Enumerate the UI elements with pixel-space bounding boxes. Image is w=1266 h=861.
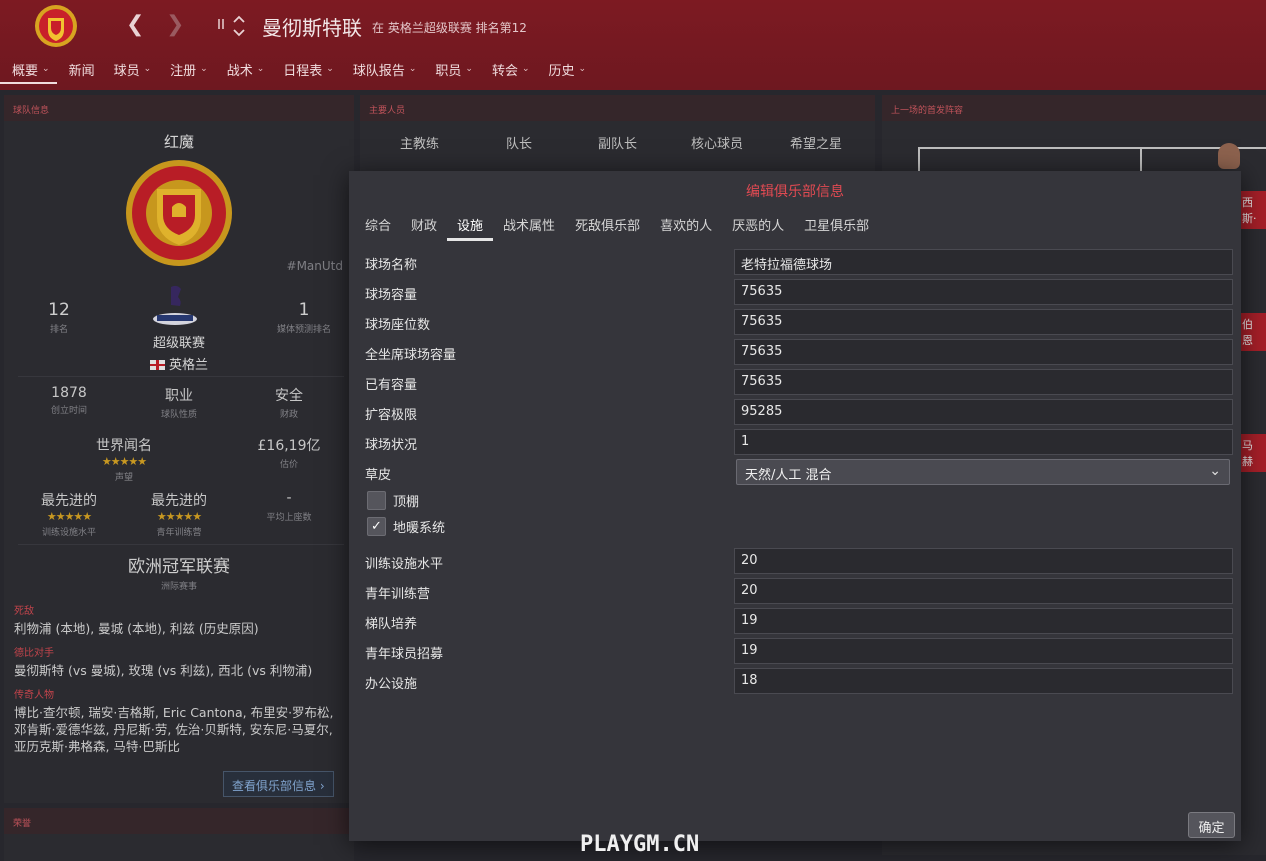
form-row: 草皮 天然/人工 混合 ⌄ — [359, 459, 1233, 485]
menu-label: 转会 — [491, 64, 518, 79]
junior-coaching-field[interactable]: 19 — [734, 608, 1233, 634]
form-row: 已有容量 75635 — [359, 369, 1233, 395]
menu-news[interactable]: 新闻 — [57, 56, 102, 84]
menu-label: 注册 — [170, 64, 197, 79]
expansion-limit-field[interactable]: 95285 — [734, 399, 1233, 425]
chevron-down-icon: ⌄ — [42, 64, 50, 74]
menu-label: 职员 — [435, 64, 462, 79]
form-row: 青年球员招募 19 — [359, 638, 1233, 664]
all-seater-capacity-label: 全坐席球场容量 — [365, 348, 457, 363]
corporate-facilities-field[interactable]: 18 — [734, 668, 1233, 694]
club-crest-icon — [35, 5, 77, 47]
form-row: 全坐席球场容量 75635 — [359, 339, 1233, 365]
menu-label: 历史 — [548, 64, 575, 79]
page-subtitle: 在 英格兰超级联赛 排名第12 — [372, 21, 527, 35]
chevron-down-icon: ⌄ — [578, 64, 587, 74]
menu-label: 概要 — [12, 64, 39, 79]
capacity-field[interactable]: 75635 — [734, 279, 1233, 305]
used-capacity-label: 已有容量 — [365, 378, 418, 393]
menu-overview[interactable]: 概要 ⌄ — [0, 56, 57, 84]
training-facilities-field[interactable]: 20 — [734, 548, 1233, 574]
youth-recruitment-field[interactable]: 19 — [734, 638, 1233, 664]
watermark-text: PLAYGM.CN — [580, 832, 700, 857]
form-row: 训练设施水平 20 — [359, 548, 1233, 574]
checkmark-icon: ✓ — [371, 518, 382, 534]
turf-label: 草皮 — [365, 468, 392, 483]
dialog-tabs: 综合 财政 设施 战术属性 死敌俱乐部 喜欢的人 厌恶的人 卫星俱乐部 — [355, 211, 879, 241]
all-seater-capacity-field[interactable]: 75635 — [734, 339, 1233, 365]
tab-affiliate-clubs[interactable]: 卫星俱乐部 — [794, 211, 879, 241]
seating-label: 球场座位数 — [365, 318, 431, 333]
form-row: 球场状况 1 — [359, 429, 1233, 455]
stadium-condition-field[interactable]: 1 — [734, 429, 1233, 455]
chevron-down-icon: ⌄ — [408, 64, 417, 74]
roof-checkbox[interactable] — [367, 490, 386, 510]
edit-club-dialog: 编辑俱乐部信息 综合 财政 设施 战术属性 死敌俱乐部 喜欢的人 厌恶的人 卫星… — [349, 171, 1241, 841]
form-row: 扩容极限 95285 — [359, 399, 1233, 425]
form-row: 球场名称 老特拉福德球场 — [359, 249, 1233, 275]
youth-facilities-label: 青年训练营 — [365, 587, 431, 602]
form-row: 办公设施 18 — [359, 668, 1233, 694]
sort-switch-icon[interactable] — [214, 14, 250, 38]
tab-tactical-attributes[interactable]: 战术属性 — [493, 211, 565, 241]
club-header: ❮ ❯ 曼彻斯特联 在 英格兰超级联赛 排名第12 概要 ⌄ 新闻 球员 ⌄ 注册 ⌄… — [0, 0, 1266, 90]
youth-recruitment-label: 青年球员招募 — [365, 647, 444, 662]
roof-checkbox-row[interactable]: 顶棚 — [367, 489, 419, 511]
stadium-name-label: 球场名称 — [365, 258, 418, 273]
form-row: 球场容量 75635 — [359, 279, 1233, 305]
menu-label: 球员 — [113, 64, 140, 79]
menu-label: 新闻 — [68, 64, 95, 79]
form-row: 梯队培养 19 — [359, 608, 1233, 634]
main-menu: 概要 ⌄ 新闻 球员 ⌄ 注册 ⌄ 战术 ⌄ 日程表 ⌄ 球队报告 ⌄ 职员 ⌄ 转会 ⌄ 历史… — [0, 56, 593, 86]
tab-rival-clubs[interactable]: 死敌俱乐部 — [565, 211, 650, 241]
form-row: 球场座位数 75635 — [359, 309, 1233, 335]
junior-coaching-label: 梯队培养 — [365, 617, 418, 632]
stadium-name-field[interactable]: 老特拉福德球场 — [734, 249, 1233, 275]
chevron-down-icon: ⌄ — [521, 64, 530, 74]
menu-label: 日程表 — [283, 64, 323, 79]
menu-label: 球队报告 — [352, 64, 405, 79]
chevron-down-icon: ⌄ — [143, 64, 152, 74]
back-arrow-icon[interactable]: ❮ — [126, 12, 144, 37]
tab-finance[interactable]: 财政 — [401, 211, 447, 241]
forward-arrow-icon[interactable]: ❯ — [166, 12, 184, 37]
heating-checkbox-row[interactable]: ✓ 地暖系统 — [367, 515, 445, 537]
menu-registration[interactable]: 注册 ⌄ — [158, 56, 215, 84]
dialog-title: 编辑俱乐部信息 — [746, 184, 844, 200]
youth-facilities-field[interactable]: 20 — [734, 578, 1233, 604]
roof-label: 顶棚 — [393, 494, 420, 510]
expansion-limit-label: 扩容极限 — [365, 408, 418, 423]
chevron-down-icon: ⌄ — [200, 64, 208, 74]
turf-selected-value: 天然/人工 混合 — [745, 468, 832, 483]
tab-disliked-people[interactable]: 厌恶的人 — [722, 211, 794, 241]
confirm-button[interactable]: 确定 — [1188, 812, 1235, 838]
menu-staff[interactable]: 职员 ⌄ — [423, 56, 480, 84]
menu-players[interactable]: 球员 ⌄ — [102, 56, 159, 84]
capacity-label: 球场容量 — [365, 288, 418, 303]
heating-label: 地暖系统 — [393, 520, 446, 536]
corporate-facilities-label: 办公设施 — [365, 677, 418, 692]
turf-select[interactable]: 天然/人工 混合 ⌄ — [736, 459, 1230, 485]
tab-general[interactable]: 综合 — [355, 211, 401, 241]
chevron-down-icon: ⌄ — [1209, 463, 1221, 479]
menu-transfers[interactable]: 转会 ⌄ — [480, 56, 537, 84]
heating-checkbox[interactable]: ✓ — [367, 516, 386, 536]
chevron-down-icon: ⌄ — [256, 64, 265, 74]
chevron-down-icon: ⌄ — [326, 64, 334, 74]
seating-field[interactable]: 75635 — [734, 309, 1233, 335]
menu-tactics[interactable]: 战术 ⌄ — [215, 56, 272, 84]
used-capacity-field[interactable]: 75635 — [734, 369, 1233, 395]
chevron-down-icon: ⌄ — [465, 64, 473, 74]
training-facilities-label: 训练设施水平 — [365, 557, 444, 572]
menu-history[interactable]: 历史 ⌄ — [537, 56, 594, 84]
stadium-condition-label: 球场状况 — [365, 438, 418, 453]
form-row: 青年训练营 20 — [359, 578, 1233, 604]
page-title: 曼彻斯特联 — [262, 16, 362, 40]
tab-facilities[interactable]: 设施 — [447, 211, 494, 241]
menu-label: 战术 — [226, 64, 253, 79]
tab-favoured-people[interactable]: 喜欢的人 — [650, 211, 722, 241]
menu-schedule[interactable]: 日程表 ⌄ — [271, 56, 341, 84]
menu-team-report[interactable]: 球队报告 ⌄ — [341, 56, 424, 84]
